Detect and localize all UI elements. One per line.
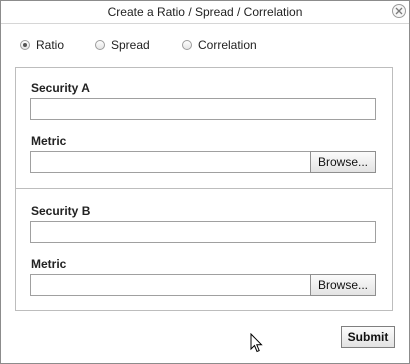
security-b-label: Security B <box>31 204 91 218</box>
radio-spread-label: Spread <box>111 38 150 52</box>
radio-correlation-label: Correlation <box>198 38 257 52</box>
radio-ratio-label: Ratio <box>36 38 65 52</box>
security-b-input[interactable] <box>30 221 376 243</box>
security-a-metric-label: Metric <box>31 134 67 148</box>
radio-ratio-indicator[interactable] <box>20 40 30 50</box>
security-b-metric-label: Metric <box>31 257 67 271</box>
radio-correlation-indicator[interactable] <box>182 40 192 50</box>
close-button[interactable] <box>392 4 406 18</box>
dialog-title: Create a Ratio / Spread / Correlation <box>107 5 303 19</box>
security-b-browse-button[interactable]: Browse... <box>310 274 376 296</box>
radio-correlation[interactable]: Correlation <box>182 38 257 52</box>
submit-button[interactable]: Submit <box>341 326 395 348</box>
security-a-input[interactable] <box>30 98 376 120</box>
radio-spread[interactable]: Spread <box>95 38 150 52</box>
title-bar[interactable]: Create a Ratio / Spread / Correlation <box>1 1 409 24</box>
security-a-browse-button[interactable]: Browse... <box>310 151 376 173</box>
security-a-metric-input[interactable] <box>30 151 311 173</box>
securities-group: Security A Metric Browse... Security B M… <box>15 67 393 311</box>
create-ratio-dialog: Create a Ratio / Spread / Correlation Ra… <box>0 0 410 364</box>
radio-ratio[interactable]: Ratio <box>20 38 64 52</box>
radio-spread-indicator[interactable] <box>95 40 105 50</box>
close-icon <box>395 7 403 15</box>
mouse-pointer-icon <box>250 333 263 353</box>
security-a-label: Security A <box>31 81 90 95</box>
group-divider <box>16 188 392 189</box>
security-b-metric-input[interactable] <box>30 274 311 296</box>
